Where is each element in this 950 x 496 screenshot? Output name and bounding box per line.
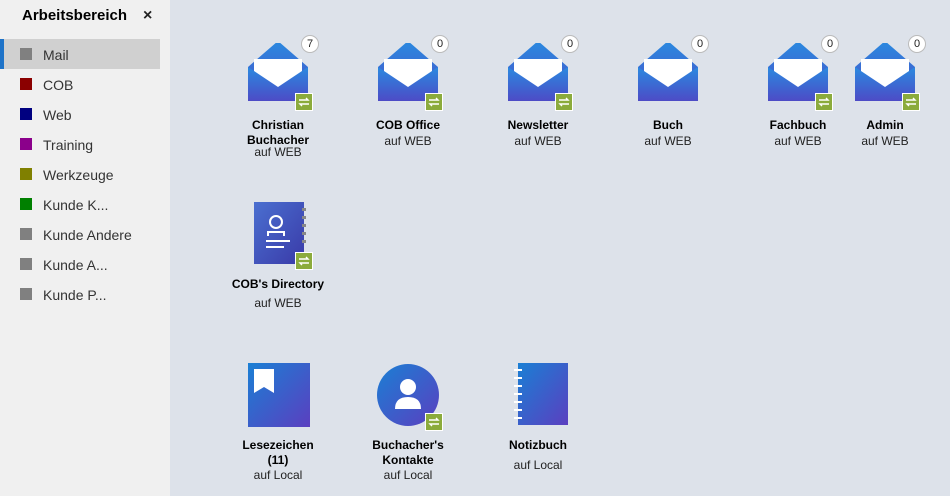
notebook-icon — [514, 363, 568, 425]
tile-location: auf WEB — [254, 145, 302, 159]
tile-location: auf Local — [383, 468, 433, 482]
sync-icon — [425, 413, 443, 431]
bookmark-icon — [248, 363, 310, 427]
sidebar-item-werkzeuge[interactable]: Werkzeuge — [0, 159, 160, 189]
tile-location: auf WEB — [384, 134, 432, 148]
workspace-grid: 7 Christian Buchacher auf WEB 0 COB Offi… — [170, 0, 950, 496]
tile-name: Notizbuch — [509, 438, 567, 452]
sidebar-item-label: COB — [43, 77, 74, 93]
close-icon[interactable]: × — [143, 8, 152, 24]
tile-location: auf WEB — [514, 134, 562, 148]
sidebar: Arbeitsbereich × Mail COB Web Training W… — [0, 0, 170, 496]
mail-folder-tile[interactable]: 7 Christian Buchacher auf WEB — [213, 35, 343, 163]
unread-count-badge: 0 — [691, 35, 709, 53]
sidebar-item-label: Kunde K... — [43, 197, 109, 213]
tile-location: auf WEB — [254, 296, 302, 310]
mail-folder-tile[interactable]: 0 Admin auf WEB — [820, 35, 950, 163]
bookmarks-tile[interactable]: Lesezeichen (11) auf Local — [213, 363, 343, 483]
sidebar-item-kunde-k[interactable]: Kunde K... — [0, 189, 160, 219]
sidebar-item-web[interactable]: Web — [0, 99, 160, 129]
tile-name: Lesezeichen (11) — [242, 438, 314, 467]
category-swatch — [20, 228, 32, 240]
tile-name: Newsletter — [507, 118, 569, 132]
tile-name: COB Office — [375, 118, 440, 132]
category-swatch — [20, 48, 32, 60]
tile-location: auf Local — [513, 458, 563, 472]
sidebar-item-mail[interactable]: Mail — [0, 39, 160, 69]
directory-tile[interactable]: COB's Directory auf WEB — [213, 202, 343, 322]
category-swatch — [20, 288, 32, 300]
notebook-tile[interactable]: Notizbuch auf Local — [473, 363, 603, 483]
category-swatch — [20, 258, 32, 270]
tile-location: auf Local — [253, 468, 303, 482]
sidebar-list: Mail COB Web Training Werkzeuge Kunde K.… — [0, 39, 170, 309]
category-swatch — [20, 168, 32, 180]
unread-count-badge: 7 — [301, 35, 319, 53]
category-swatch — [20, 138, 32, 150]
tile-name: Buch — [653, 118, 683, 132]
contacts-tile[interactable]: Buchacher's Kontakte auf Local — [343, 363, 473, 483]
category-swatch — [20, 78, 32, 90]
sidebar-item-label: Kunde P... — [43, 287, 107, 303]
tile-location: auf WEB — [861, 134, 909, 148]
sidebar-item-label: Web — [43, 107, 72, 123]
sync-icon — [295, 93, 313, 111]
mail-folder-tile[interactable]: 0 Newsletter auf WEB — [473, 35, 603, 163]
unread-count-badge: 0 — [908, 35, 926, 53]
sidebar-item-kunde-p[interactable]: Kunde P... — [0, 279, 160, 309]
tile-name: Christian Buchacher — [246, 118, 310, 147]
tile-name: COB's Directory — [231, 277, 325, 291]
sidebar-item-cob[interactable]: COB — [0, 69, 160, 99]
sidebar-item-label: Kunde Andere — [43, 227, 132, 243]
unread-count-badge: 0 — [561, 35, 579, 53]
mail-folder-tile[interactable]: 0 Buch auf WEB — [603, 35, 733, 163]
envelope-icon — [638, 43, 698, 101]
sync-icon — [295, 252, 313, 270]
sidebar-item-label: Training — [43, 137, 94, 153]
tile-name: Admin — [866, 118, 904, 132]
sync-icon — [902, 93, 920, 111]
sidebar-item-label: Kunde A... — [43, 257, 108, 273]
sync-icon — [425, 93, 443, 111]
sidebar-item-kunde-andere[interactable]: Kunde Andere — [0, 219, 160, 249]
unread-count-badge: 0 — [431, 35, 449, 53]
sidebar-item-label: Werkzeuge — [43, 167, 114, 183]
category-swatch — [20, 108, 32, 120]
sidebar-item-label: Mail — [43, 47, 69, 63]
sidebar-header: Arbeitsbereich × — [0, 0, 170, 34]
sidebar-item-kunde-a[interactable]: Kunde A... — [0, 249, 160, 279]
sidebar-title: Arbeitsbereich — [22, 7, 128, 24]
category-swatch — [20, 198, 32, 210]
mail-folder-tile[interactable]: 0 COB Office auf WEB — [343, 35, 473, 163]
tile-name: Buchacher's Kontakte — [372, 438, 444, 467]
sync-icon — [555, 93, 573, 111]
tile-location: auf WEB — [644, 134, 692, 148]
sidebar-item-training[interactable]: Training — [0, 129, 160, 159]
